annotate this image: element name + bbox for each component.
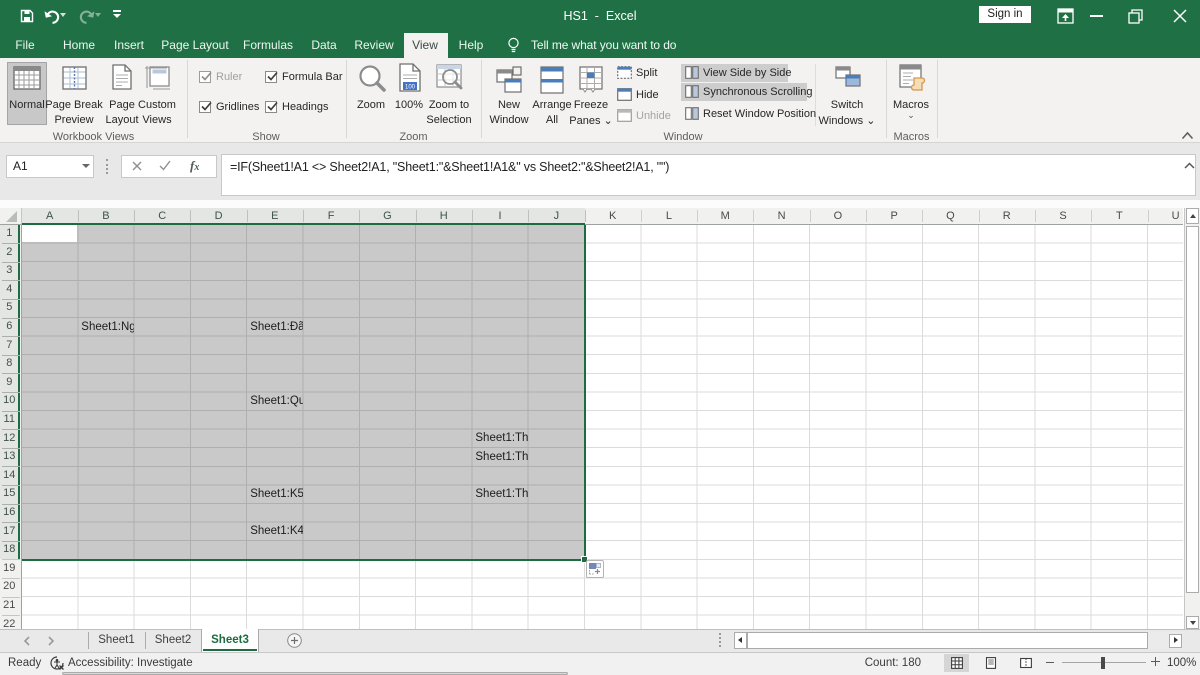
- svg-text:100: 100: [405, 85, 416, 91]
